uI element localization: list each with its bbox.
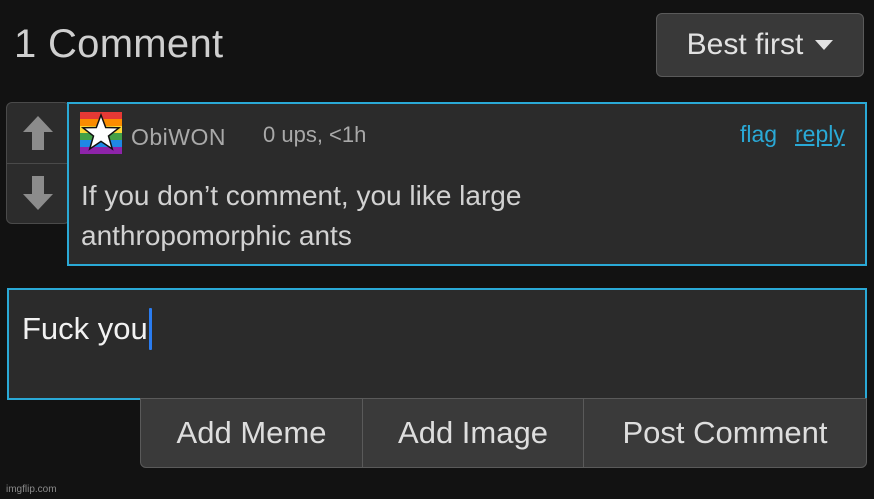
add-image-button[interactable]: Add Image (362, 399, 583, 467)
comment-actions: Add Meme Add Image Post Comment (140, 398, 867, 468)
flag-link[interactable]: flag (740, 121, 777, 148)
watermark: imgflip.com (6, 484, 57, 495)
reply-link[interactable]: reply (795, 121, 845, 148)
downvote-button[interactable] (7, 163, 69, 223)
arrow-down-icon (23, 176, 53, 210)
reply-textarea[interactable]: Fuck you (7, 288, 867, 400)
add-meme-button[interactable]: Add Meme (141, 399, 362, 467)
upvote-button[interactable] (7, 103, 69, 164)
post-comment-button[interactable]: Post Comment (583, 399, 866, 467)
comment-meta: 0 ups, <1h (263, 122, 367, 147)
comment-card: ObiWON 0 ups, <1h flag reply If you don’… (67, 102, 867, 266)
caret-down-icon (815, 40, 834, 50)
vote-controls (6, 102, 70, 224)
reply-input-value: Fuck you (22, 311, 148, 346)
comment-count-title: 1 Comment (14, 22, 224, 66)
sort-dropdown[interactable]: Best first (656, 13, 864, 77)
sort-label: Best first (686, 28, 804, 61)
comment-username[interactable]: ObiWON (131, 124, 226, 151)
text-cursor (148, 308, 152, 350)
arrow-up-icon (23, 116, 53, 150)
rainbow-star-avatar-icon (80, 112, 122, 154)
comment-body: If you don’t comment, you like large ant… (81, 180, 522, 251)
avatar[interactable] (80, 112, 122, 154)
